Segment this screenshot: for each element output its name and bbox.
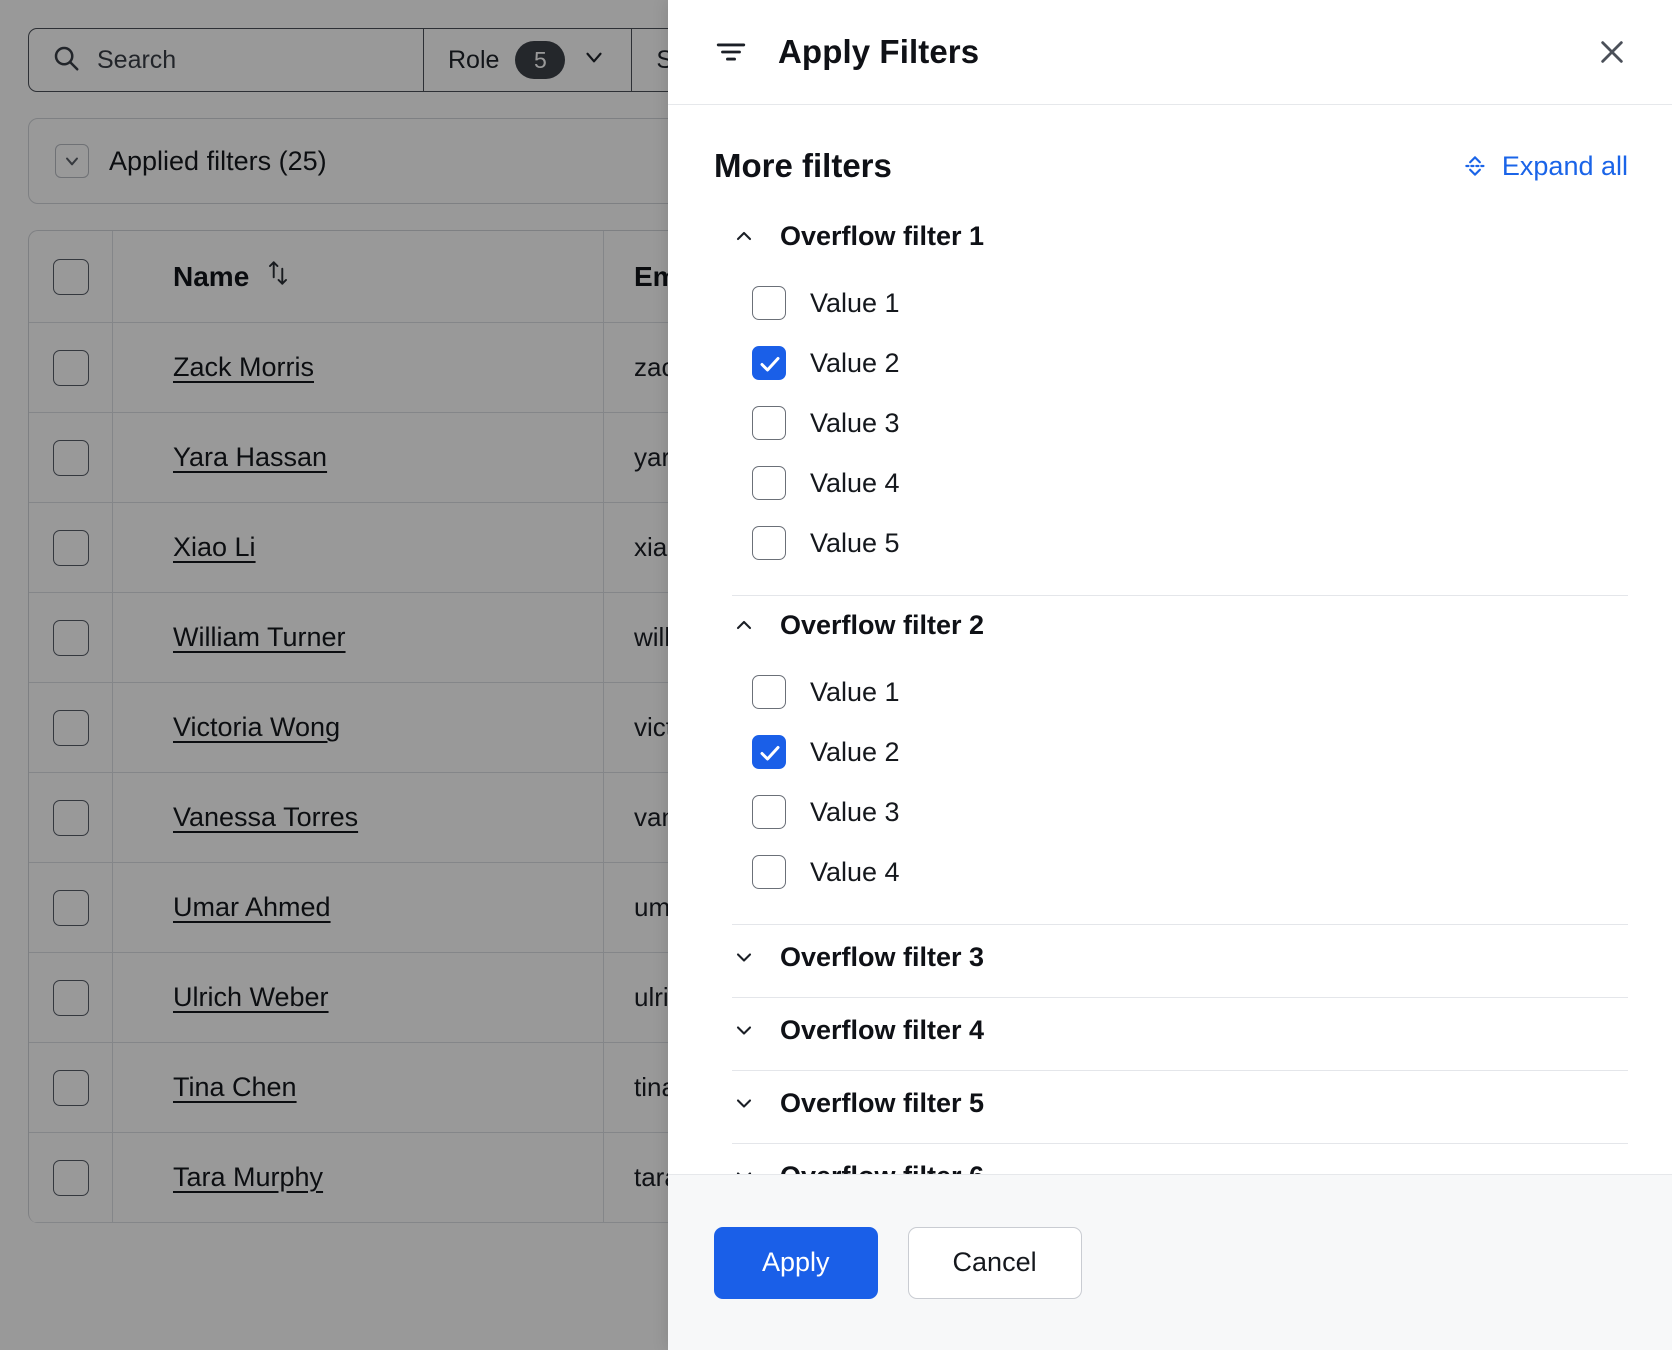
option-label: Value 5: [810, 528, 900, 559]
option-label: Value 3: [810, 408, 900, 439]
close-icon[interactable]: [1596, 36, 1628, 68]
section-title: Overflow filter 5: [780, 1088, 984, 1119]
chevron-down-icon: [732, 1018, 756, 1042]
checkbox[interactable]: [752, 526, 786, 560]
section-title: Overflow filter 1: [780, 221, 984, 252]
expand-all-icon: [1462, 153, 1488, 179]
cancel-button[interactable]: Cancel: [908, 1227, 1082, 1299]
option-label: Value 2: [810, 348, 900, 379]
filter-option[interactable]: Value 5: [752, 513, 1628, 573]
chevron-down-icon: [732, 1164, 756, 1174]
section-options: Value 1 Value 2 Value 3: [732, 265, 1628, 587]
filter-section-overflow-filter-5: Overflow filter 5: [732, 1071, 1628, 1144]
section-header[interactable]: Overflow filter 4: [732, 998, 1628, 1062]
option-label: Value 3: [810, 797, 900, 828]
option-label: Value 4: [810, 857, 900, 888]
chevron-down-icon: [732, 1091, 756, 1115]
panel-footer: Apply Cancel: [668, 1174, 1672, 1350]
filter-section-overflow-filter-2: Overflow filter 2 Value 1 Value 2: [732, 596, 1628, 925]
checkbox[interactable]: [752, 735, 786, 769]
expand-all-button[interactable]: Expand all: [1462, 151, 1628, 182]
more-filters-title: More filters: [714, 147, 892, 185]
filter-option[interactable]: Value 3: [752, 393, 1628, 453]
filter-option[interactable]: Value 4: [752, 453, 1628, 513]
apply-filters-panel: Apply Filters More filters: [668, 0, 1672, 1350]
filter-option[interactable]: Value 1: [752, 662, 1628, 722]
option-label: Value 4: [810, 468, 900, 499]
panel-header: Apply Filters: [668, 0, 1672, 105]
apply-button[interactable]: Apply: [714, 1227, 878, 1299]
filter-section-overflow-filter-3: Overflow filter 3: [732, 925, 1628, 998]
option-label: Value 2: [810, 737, 900, 768]
chevron-up-icon: [732, 613, 756, 637]
filter-section-overflow-filter-4: Overflow filter 4: [732, 998, 1628, 1071]
filter-option[interactable]: Value 2: [752, 722, 1628, 782]
checkbox[interactable]: [752, 675, 786, 709]
filter-sections: Overflow filter 1 Value 1 Value 2: [714, 207, 1628, 1174]
filter-option[interactable]: Value 2: [752, 333, 1628, 393]
section-header[interactable]: Overflow filter 6: [732, 1144, 1628, 1174]
filter-option[interactable]: Value 3: [752, 782, 1628, 842]
panel-body: More filters Expand all: [668, 105, 1672, 1174]
filter-icon: [714, 35, 748, 69]
chevron-down-icon: [732, 945, 756, 969]
checkbox[interactable]: [752, 406, 786, 440]
checkbox[interactable]: [752, 346, 786, 380]
more-filters-row: More filters Expand all: [714, 147, 1628, 185]
section-title: Overflow filter 2: [780, 610, 984, 641]
section-title: Overflow filter 4: [780, 1015, 984, 1046]
option-label: Value 1: [810, 677, 900, 708]
chevron-up-icon: [732, 224, 756, 248]
section-header[interactable]: Overflow filter 3: [732, 925, 1628, 989]
checkbox[interactable]: [752, 855, 786, 889]
checkbox[interactable]: [752, 795, 786, 829]
filter-section-overflow-filter-1: Overflow filter 1 Value 1 Value 2: [732, 207, 1628, 596]
modal-overlay[interactable]: [0, 0, 668, 1350]
section-header[interactable]: Overflow filter 2: [732, 596, 1628, 654]
section-options: Value 1 Value 2 Value 3: [732, 654, 1628, 916]
expand-all-label: Expand all: [1502, 151, 1628, 182]
panel-title: Apply Filters: [778, 33, 979, 71]
section-title: Overflow filter 6: [780, 1161, 984, 1175]
filter-option[interactable]: Value 1: [752, 273, 1628, 333]
section-header[interactable]: Overflow filter 1: [732, 207, 1628, 265]
section-header[interactable]: Overflow filter 5: [732, 1071, 1628, 1135]
filter-section-overflow-filter-6: Overflow filter 6: [732, 1144, 1628, 1174]
checkbox[interactable]: [752, 286, 786, 320]
filter-option[interactable]: Value 4: [752, 842, 1628, 902]
option-label: Value 1: [810, 288, 900, 319]
app-root: Search Role 5 S Applied filters (25): [0, 0, 1672, 1350]
checkbox[interactable]: [752, 466, 786, 500]
section-title: Overflow filter 3: [780, 942, 984, 973]
